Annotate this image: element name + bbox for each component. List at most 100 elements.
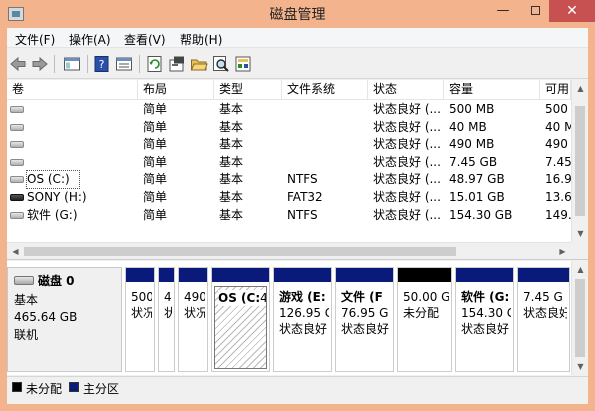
menu-help[interactable]: 帮助(H) [180,31,222,48]
minimize-button[interactable]: — [488,0,518,22]
scroll-left-arrow-icon[interactable]: ◀ [7,243,24,259]
partition-block[interactable]: 文件 (F 76.95 G 状态良好 [335,267,394,372]
unallocated-bar [398,268,451,282]
partition-details: 50.00 G 未分配 [400,286,449,369]
volume-cell-type: 基本 [219,207,244,222]
partition-block[interactable]: 50.00 G 未分配 [397,267,452,372]
volume-list-vertical-scrollbar[interactable]: ▲ ▼ [571,80,588,242]
volume-cell-status: 状态良好 (... [373,207,441,222]
partition-block[interactable]: OS (C:48.97 G状态良好 [211,267,270,372]
scroll-down-arrow-icon[interactable]: ▼ [572,358,589,375]
volume-cell-capacity: 500 MB [449,102,495,116]
partition-status: 状况 [184,306,205,320]
scroll-thumb[interactable] [24,247,456,256]
toolbar: ? [7,49,588,79]
legend-primary-swatch [69,382,79,392]
column-header-filesystem[interactable]: 文件系统 [282,80,368,100]
refresh-icon[interactable] [146,55,164,73]
volume-cell-fs [287,154,367,171]
column-header-free[interactable]: 可用 [540,80,571,100]
usb-drive-icon [10,194,24,201]
search-icon[interactable] [212,55,230,73]
close-button[interactable]: ✕ [549,0,595,22]
column-header-capacity[interactable]: 容量 [444,80,540,100]
partition-block[interactable]: 490 状况 [178,267,208,372]
legend-unallocated-swatch [12,382,22,392]
volume-cell-fs [287,136,367,153]
partition-block[interactable]: 7.45 G 状态良好 [517,267,570,372]
menu-view[interactable]: 查看(V) [124,31,166,48]
volume-row[interactable]: 简单 基本 状态良好 (... 490 MB 490 [7,136,571,154]
partition-details: 490 状况 [181,286,205,369]
volume-cell-status: 状态良好 (... [373,190,441,204]
open-icon[interactable] [190,55,208,73]
maximize-button[interactable] [520,0,550,22]
volume-cell-type: 基本 [219,102,244,116]
volume-cell-capacity: 15.01 GB [449,190,505,204]
column-header-volume[interactable]: 卷 [7,80,138,100]
title-bar[interactable]: 磁盘管理 — ✕ [0,0,595,28]
volume-cell-layout: 简单 [143,207,168,222]
properties-icon[interactable] [115,55,133,73]
volume-cell-status: 状态良好 (... [373,102,441,116]
column-header-type[interactable]: 类型 [214,80,282,100]
export-icon[interactable] [234,55,252,73]
partition-name: 游戏 (E: [279,290,326,304]
partition-status: 状态良好 [461,322,510,336]
volume-row[interactable]: OS (C:) 简单 基本 NTFS 状态良好 (... 48.97 GB 16.9 [7,170,571,190]
drive-icon [10,176,24,184]
settings-icon[interactable] [168,55,186,73]
menu-action[interactable]: 操作(A) [69,31,111,48]
partition-block[interactable]: 软件 (G: 154.30 G 状态良好 [455,267,514,372]
partition-name: 文件 (F [341,290,383,304]
partition-block[interactable]: 500 状况 [125,267,155,372]
primary-partition-bar [518,268,569,282]
console-tree-icon[interactable] [63,55,81,73]
column-header-status[interactable]: 状态 [368,80,444,100]
disk-view-scrollbar[interactable]: ▲ ▼ [571,261,588,375]
partition-size: 126.95 G [279,306,329,320]
volume-row[interactable]: 简单 基本 状态良好 (... 7.45 GB 7.45 [7,154,571,172]
back-icon[interactable] [9,55,27,73]
volume-row[interactable]: SONY (H:) 简单 基本 FAT32 状态良好 (... 15.01 GB 13.6 [7,189,571,207]
client-area: 文件(F) 操作(A) 查看(V) 帮助(H) ? 卷 布局 类型 文件系统 状 [7,28,588,404]
disk-management-window: 磁盘管理 — ✕ 文件(F) 操作(A) 查看(V) 帮助(H) ? 卷 布局 … [0,0,595,411]
volume-row[interactable]: 简单 基本 状态良好 (... 500 MB 500 [7,101,571,119]
partition-details: 4状 [161,286,172,369]
partition-status: 状态良好 [523,306,567,320]
partition-status: 未分配 [403,306,440,320]
volume-cell-capacity: 40 MB [449,119,487,134]
partition-size: 48.97 G [260,290,266,306]
partition-details: OS (C:48.97 G状态良好 [214,286,267,369]
volume-cell-free: 500 [545,102,568,116]
volume-row[interactable]: 简单 基本 状态良好 (... 40 MB 40 M [7,119,571,137]
primary-partition-bar [274,268,331,282]
volume-cell-free: 7.45 [545,154,571,169]
scroll-down-arrow-icon[interactable]: ▼ [572,225,588,242]
scroll-thumb[interactable] [575,106,585,216]
volume-list-horizontal-scrollbar[interactable]: ◀ ▶ [7,242,571,259]
partition-block[interactable]: 4状 [158,267,175,372]
volume-cell-name [27,101,137,118]
menu-file[interactable]: 文件(F) [15,31,55,48]
menu-bar: 文件(F) 操作(A) 查看(V) 帮助(H) [7,28,588,48]
partition-status: 状态良好 [341,322,390,336]
forward-icon[interactable] [31,55,49,73]
volume-cell-status: 状态良好 (... [373,119,441,134]
partition-size: 490 [184,290,205,304]
column-header-layout[interactable]: 布局 [138,80,214,100]
primary-partition-bar [159,268,174,282]
disk-icon [14,276,34,285]
scroll-up-arrow-icon[interactable]: ▲ [572,261,589,278]
scroll-thumb[interactable] [575,279,585,357]
help-icon[interactable]: ? [93,55,111,73]
partition-block[interactable]: 游戏 (E: 126.95 G 状态良好 [273,267,332,372]
partition-status: 状态良好 [279,322,328,336]
volume-cell-type: 基本 [219,172,244,187]
volume-cell-free: 490 [545,137,568,152]
volume-row[interactable]: 软件 (G:) 简单 基本 NTFS 状态良好 (... 154.30 GB 149. [7,207,571,225]
volume-cell-name: SONY (H:) [27,190,87,204]
scroll-right-arrow-icon[interactable]: ▶ [554,243,571,259]
disk-0-info[interactable]: 磁盘 0 基本 465.64 GB 联机 [7,267,122,372]
scroll-up-arrow-icon[interactable]: ▲ [572,80,588,97]
